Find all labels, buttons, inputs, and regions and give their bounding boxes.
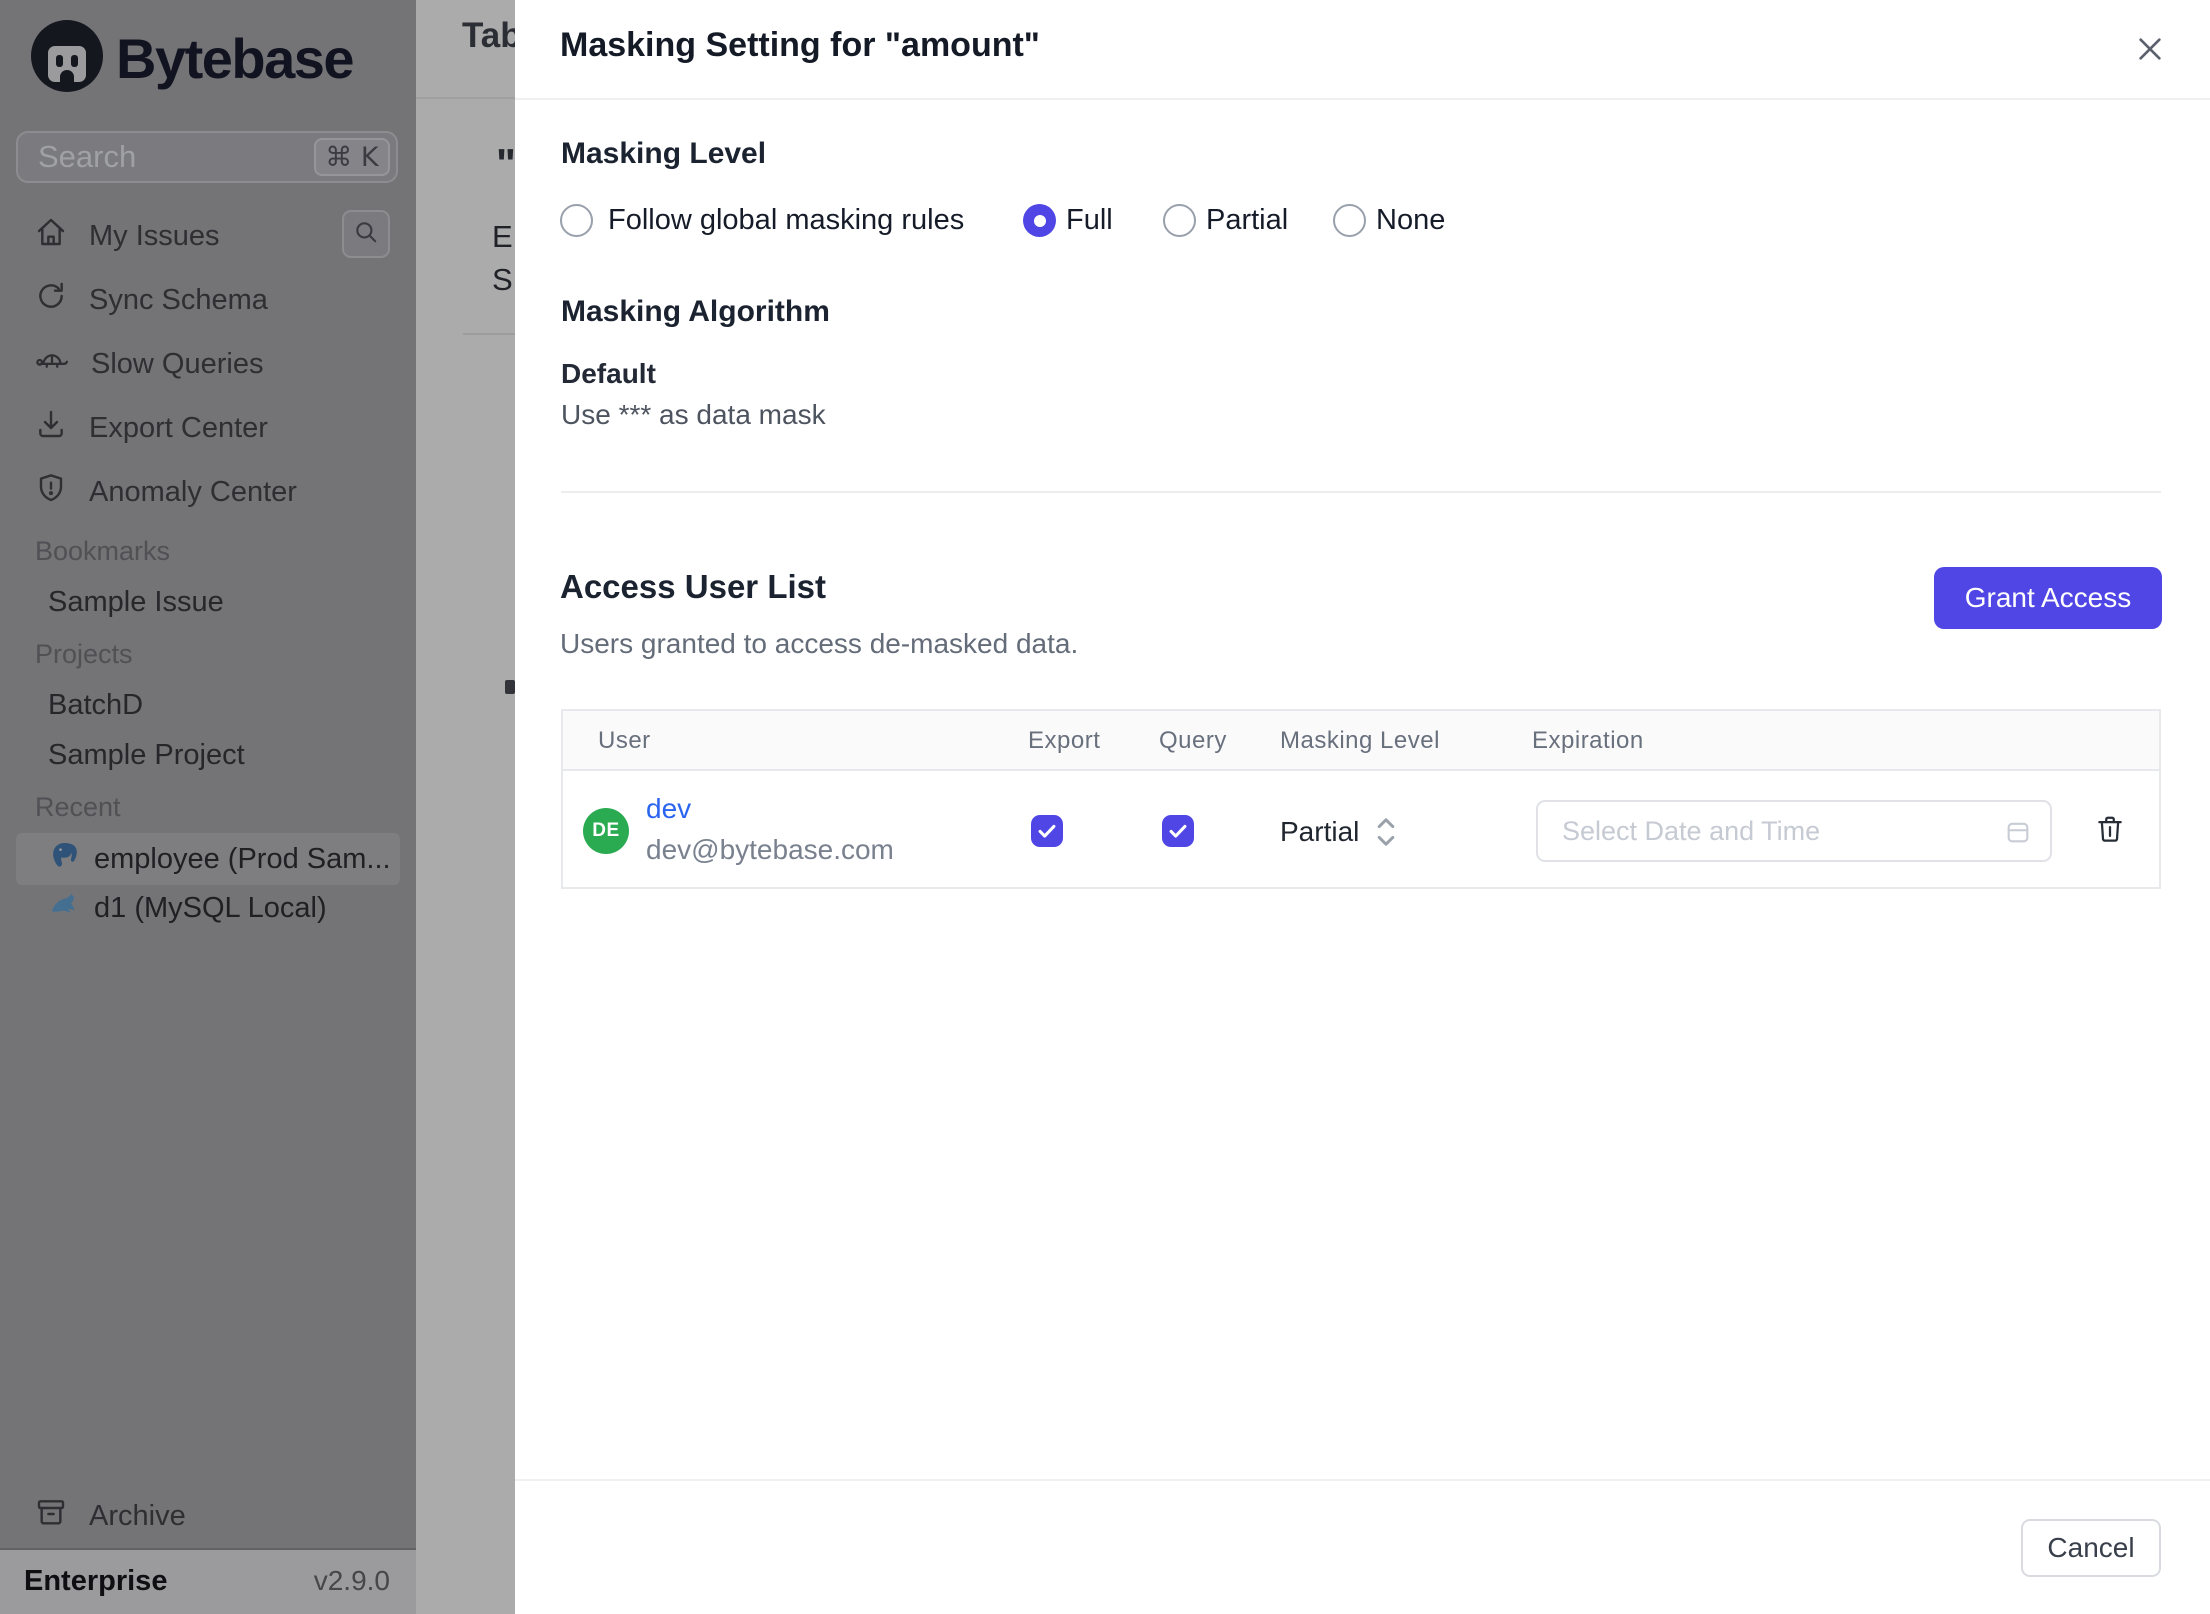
download-icon [35, 408, 67, 448]
column-user: User [598, 727, 651, 754]
sidebar-item-export-center[interactable]: Export Center [35, 402, 268, 454]
expiration-input[interactable] [1562, 808, 1982, 854]
archive-icon [35, 1496, 67, 1536]
expiration-datepicker[interactable] [1536, 800, 2052, 862]
radio-label[interactable]: Full [1066, 204, 1113, 237]
issue-search-button[interactable] [342, 210, 390, 258]
section-bookmarks: Bookmarks [35, 536, 171, 566]
calendar-icon [2004, 818, 2032, 851]
grant-access-button[interactable]: Grant Access [1934, 567, 2162, 629]
masking-level-heading: Masking Level [561, 137, 767, 170]
radio-none[interactable] [1333, 204, 1366, 237]
user-email: dev@bytebase.com [646, 834, 894, 865]
radio-partial[interactable] [1163, 204, 1196, 237]
chevron-up-down-icon[interactable] [1375, 813, 1397, 856]
app-version: v2.9.0 [313, 1565, 390, 1596]
sidebar-item-label: d1 (MySQL Local) [94, 891, 327, 924]
user-name-link[interactable]: dev [646, 793, 691, 825]
algorithm-description: Use *** as data mask [561, 399, 826, 430]
sidebar-item-employee-db[interactable]: employee (Prod Sam... [48, 833, 391, 885]
masking-algorithm-heading: Masking Algorithm [561, 295, 830, 328]
background-fragment: E [492, 219, 513, 254]
header-divider [515, 98, 2210, 100]
home-icon [35, 216, 67, 256]
cancel-button[interactable]: Cancel [2021, 1519, 2161, 1577]
background-page-title: Tab [462, 16, 515, 55]
masking-setting-dialog: Masking Setting for "amount" Masking Lev… [515, 0, 2210, 1614]
sidebar-item-label: employee (Prod Sam... [94, 842, 391, 875]
shield-alert-icon [35, 472, 67, 512]
postgresql-icon [48, 839, 80, 879]
sidebar-item-label: Archive [89, 1499, 186, 1532]
radio-label[interactable]: Partial [1206, 204, 1288, 237]
export-checkbox[interactable] [1031, 815, 1063, 847]
access-user-list-subtitle: Users granted to access de-masked data. [560, 628, 1079, 659]
dialog-title: Masking Setting for "amount" [560, 26, 1040, 64]
algorithm-name: Default [561, 358, 656, 389]
sidebar-item-sync-schema[interactable]: Sync Schema [35, 274, 268, 326]
search-icon [353, 219, 379, 250]
radio-label[interactable]: None [1376, 204, 1445, 237]
sync-icon [35, 280, 67, 320]
search-input[interactable] [38, 137, 298, 177]
footer-divider [515, 1479, 2210, 1481]
sidebar-item-archive[interactable]: Archive [35, 1490, 186, 1542]
close-button[interactable] [2127, 28, 2173, 74]
sidebar-item-sample-project[interactable]: Sample Project [48, 739, 245, 772]
sidebar-item-label: Slow Queries [91, 347, 264, 380]
sidebar-search[interactable]: ⌘ K [16, 131, 398, 183]
sidebar-item-anomaly-center[interactable]: Anomaly Center [35, 466, 297, 518]
section-recent: Recent [35, 792, 121, 822]
sidebar-item-d1-db[interactable]: d1 (MySQL Local) [48, 882, 327, 934]
sidebar: Bytebase ⌘ K My Issues Sync Schema Slow … [0, 0, 416, 1614]
bytebase-logo-icon [30, 19, 104, 98]
table-row: DE dev dev@bytebase.com Partial [563, 773, 2159, 887]
plan-name[interactable]: Enterprise [24, 1550, 167, 1612]
column-masking-level: Masking Level [1280, 727, 1440, 754]
column-export: Export [1028, 727, 1101, 754]
sidebar-item-batchd[interactable]: BatchD [48, 689, 143, 722]
avatar: DE [583, 808, 629, 854]
sidebar-item-label: My Issues [89, 219, 220, 252]
plan-footer: Enterprise v2.9.0 [0, 1548, 416, 1614]
access-user-table: User Export Query Masking Level Expirati… [561, 709, 2161, 889]
mysql-icon [48, 888, 80, 928]
delete-user-button[interactable] [2095, 814, 2125, 849]
radio-label[interactable]: Follow global masking rules [608, 204, 964, 237]
background-divider [463, 333, 515, 335]
close-icon [2134, 33, 2166, 70]
column-query: Query [1159, 727, 1227, 754]
sidebar-item-slow-queries[interactable]: Slow Queries [35, 338, 263, 390]
sidebar-item-label: Sync Schema [89, 283, 268, 316]
access-user-list-heading: Access User List [560, 568, 826, 605]
search-shortcut-badge: ⌘ K [314, 138, 390, 176]
query-checkbox[interactable] [1162, 815, 1194, 847]
bytebase-logo[interactable]: Bytebase [30, 19, 390, 98]
table-header: User Export Query Masking Level Expirati… [563, 711, 2159, 771]
background-fragment: S [492, 262, 513, 297]
section-divider [561, 491, 2161, 493]
section-projects: Projects [35, 639, 133, 669]
masking-level-select[interactable]: Partial [1280, 816, 1359, 848]
sidebar-item-sample-issue[interactable]: Sample Issue [48, 586, 224, 619]
background-fragment: " [496, 140, 515, 187]
dimmed-background-page: Tab " E S [416, 0, 515, 1614]
sidebar-item-label: Export Center [89, 411, 268, 444]
sidebar-item-label: Anomaly Center [89, 475, 297, 508]
turtle-icon [35, 344, 69, 384]
column-expiration: Expiration [1532, 727, 1644, 754]
radio-full[interactable] [1023, 204, 1056, 237]
sidebar-item-my-issues[interactable]: My Issues [35, 210, 220, 262]
radio-follow-global-rules[interactable] [560, 204, 593, 237]
brand-name: Bytebase [116, 26, 355, 90]
background-fragment [505, 680, 515, 694]
background-divider [416, 97, 515, 99]
